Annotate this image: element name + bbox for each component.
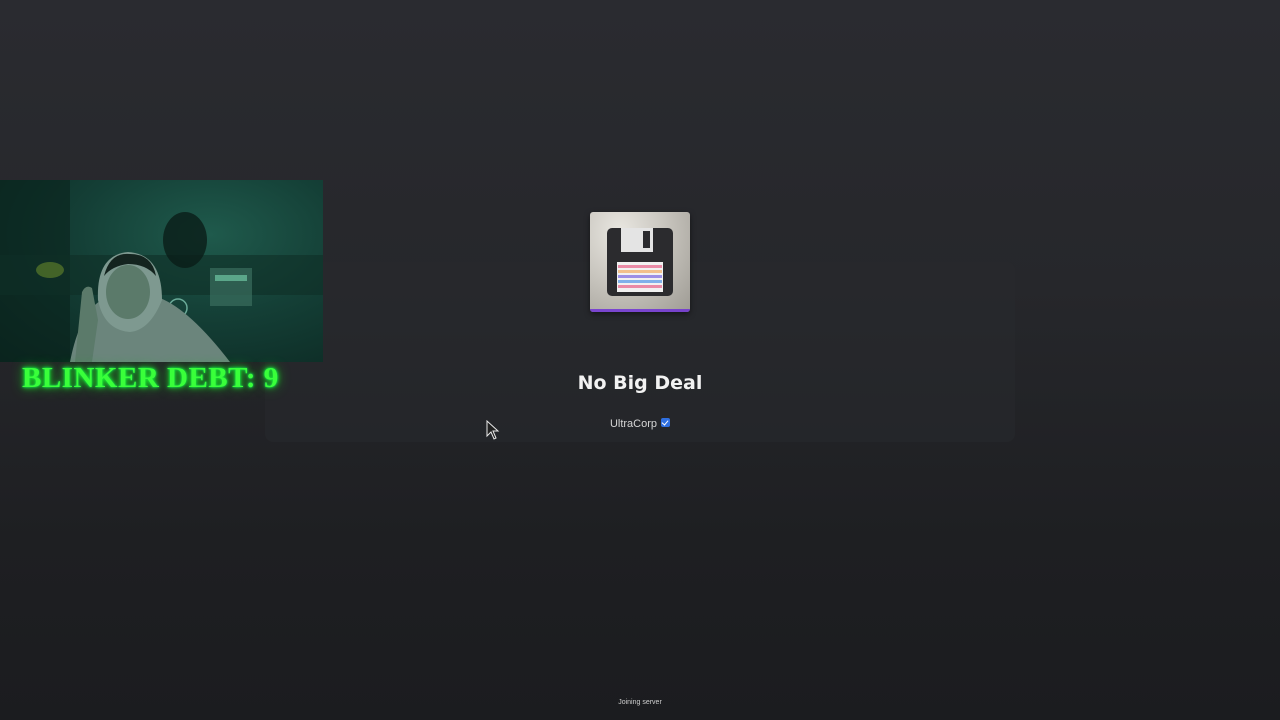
webcam-feed bbox=[0, 180, 323, 362]
floppy-disk-icon bbox=[590, 228, 690, 312]
verified-badge-icon bbox=[661, 418, 671, 427]
blinker-debt-counter: BLINKER DEBT: 9 bbox=[22, 362, 279, 394]
loading-status: Joining server bbox=[618, 699, 662, 706]
webcam-overlay bbox=[0, 180, 323, 362]
game-title: No Big Deal bbox=[577, 372, 703, 394]
creator-row[interactable]: UltraCorp bbox=[540, 418, 740, 430]
creator-name[interactable]: UltraCorp bbox=[610, 418, 657, 430]
game-thumbnail bbox=[590, 212, 690, 312]
mouse-cursor-icon bbox=[486, 419, 500, 445]
